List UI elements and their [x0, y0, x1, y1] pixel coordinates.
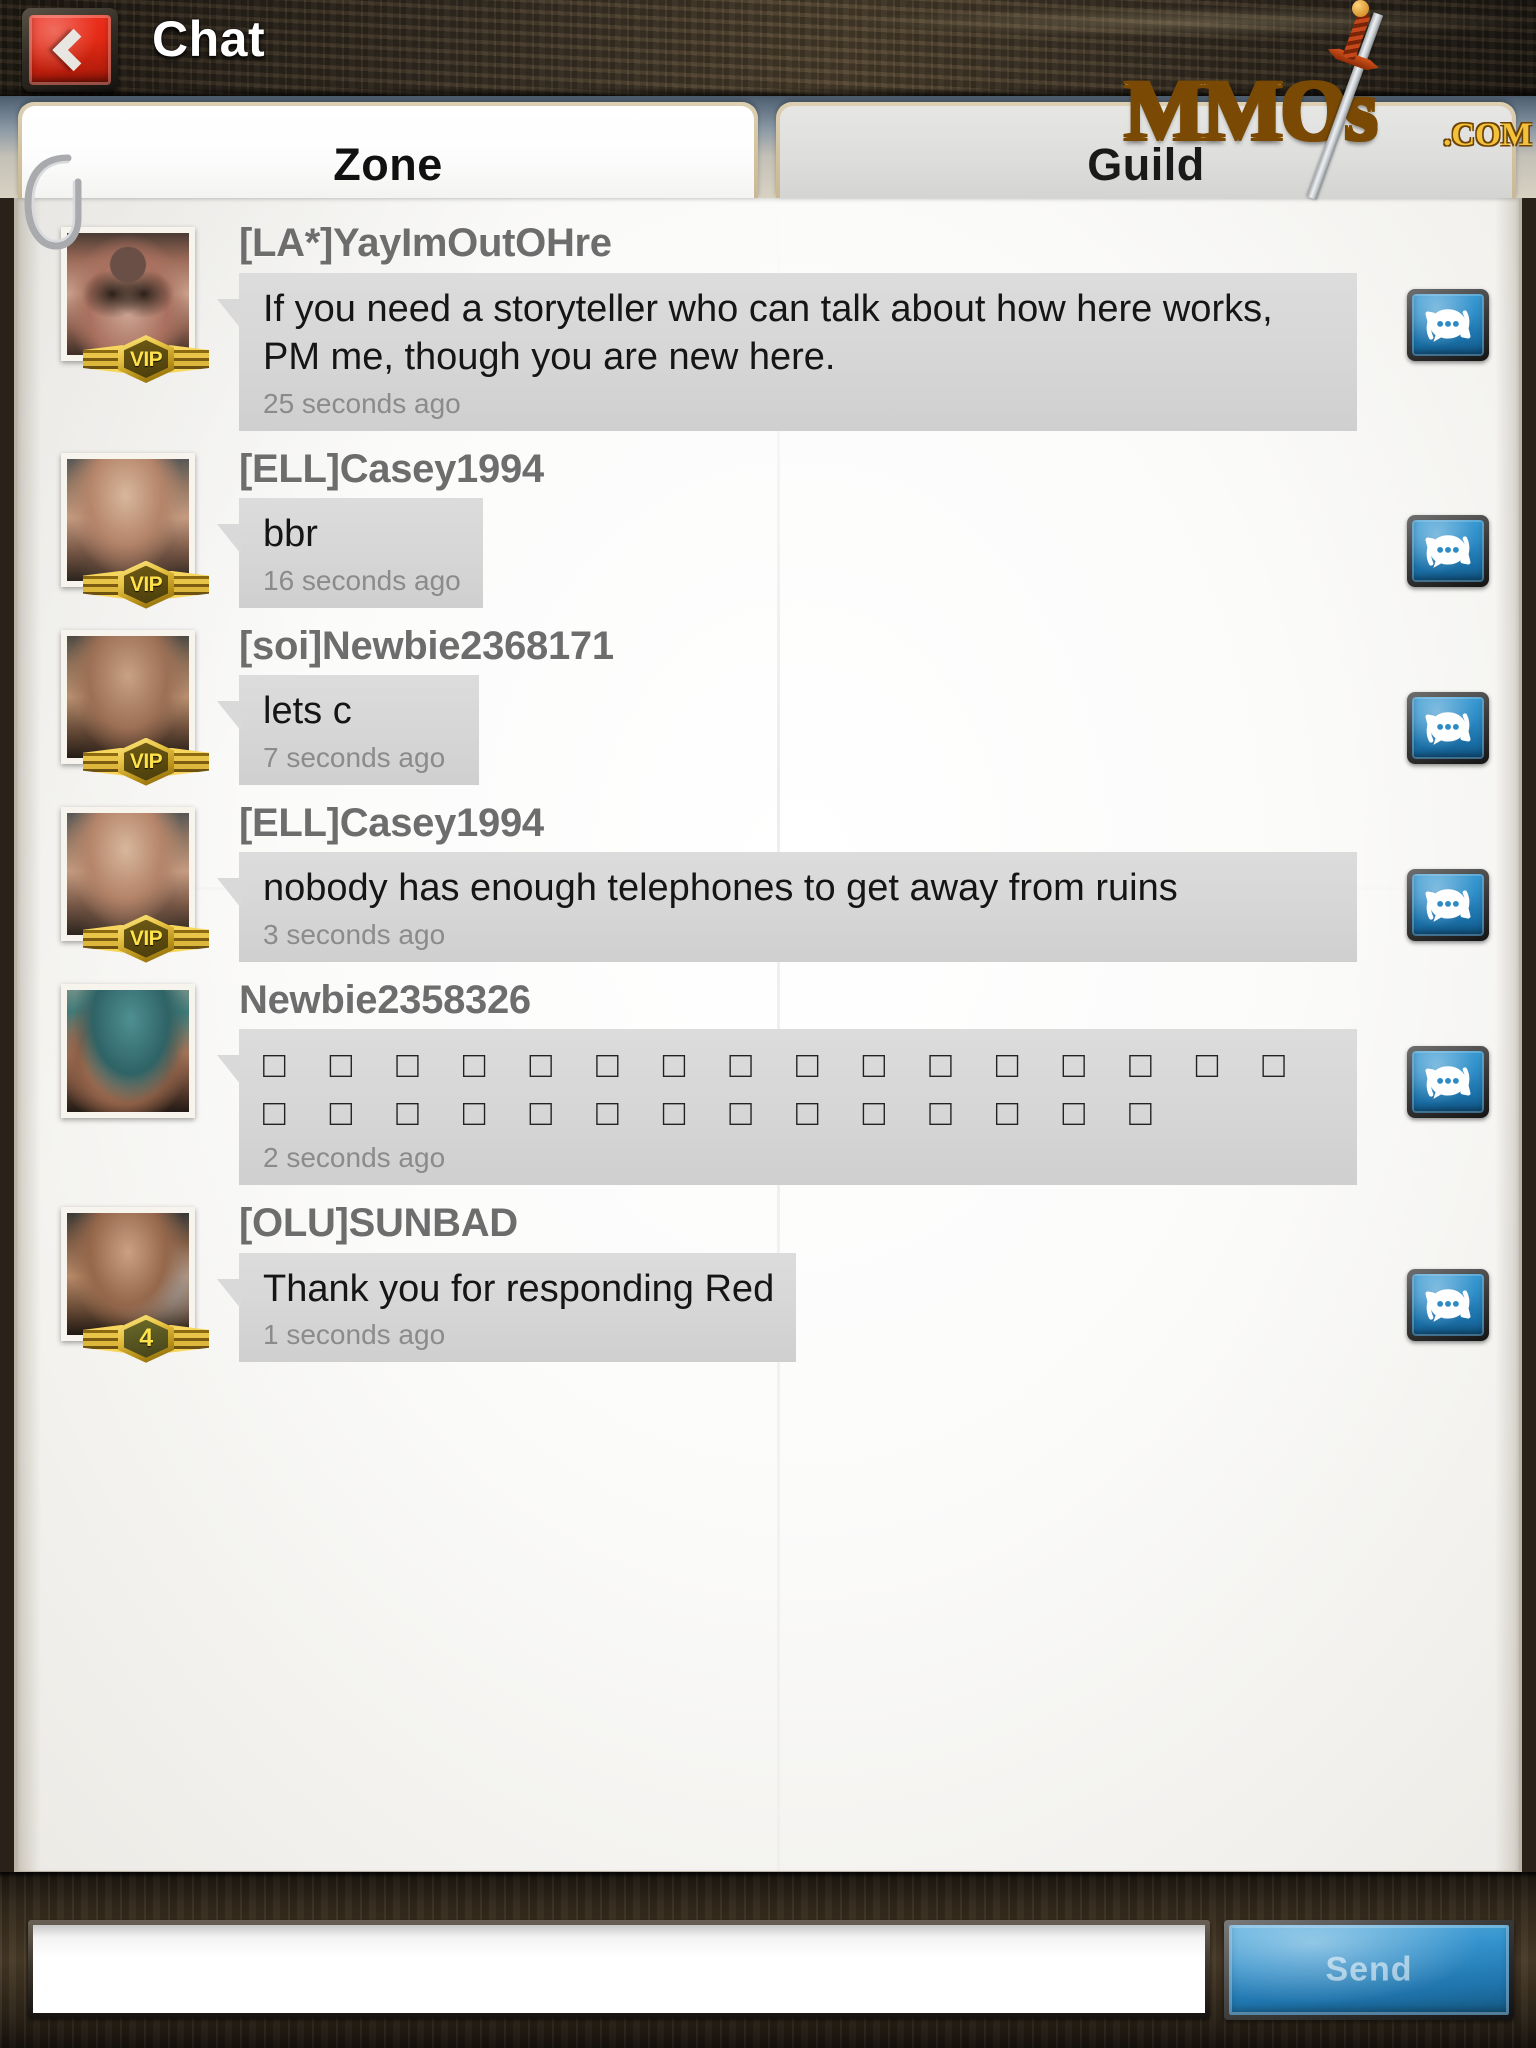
composer-bar: Send: [0, 1872, 1536, 2048]
avatar-tattooed-man-portrait: [67, 233, 189, 355]
bubble-wrap: Thank you for responding Red 1 seconds a…: [216, 1252, 797, 1362]
message-text: Thank you for responding Red: [263, 1267, 775, 1310]
reply-button-face: [1412, 294, 1484, 356]
page-title: Chat: [152, 11, 266, 67]
message-list: VIP [LA*]YayImOutOHre If you need a stor…: [17, 197, 1519, 1380]
message-column: [LA*]YayImOutOHre If you need a storytel…: [217, 213, 1519, 431]
message-text: bbr: [263, 513, 318, 556]
message-bubble: Thank you for responding Red 1 seconds a…: [216, 1252, 797, 1362]
message-bubble: If you need a storyteller who can talk a…: [217, 272, 1357, 431]
message-text: nobody has enough telephones to get away…: [263, 867, 1178, 910]
bubble-wrap: lets c 7 seconds ago: [217, 675, 479, 785]
message-row: VIP [ELL]Casey1994 bbr 16 seconds ago: [17, 439, 1519, 616]
message-username[interactable]: [soi]Newbie2368171: [239, 622, 1497, 671]
reply-button-face: [1412, 1273, 1484, 1336]
chat-input-frame: [28, 1920, 1210, 2018]
message-row: VIP [ELL]Casey1994 nobody has enough tel…: [17, 793, 1519, 970]
reply-speech-bubble-icon: [1425, 1289, 1471, 1322]
avatar-bald-soldier-portrait: [67, 458, 189, 581]
tab-bar: Zone Guild: [0, 88, 1536, 198]
reply-button[interactable]: [1407, 1268, 1489, 1341]
message-bubble: □ □ □ □ □ □ □ □ □ □ □ □ □ □ □ □ □ □ □ □ …: [217, 1029, 1357, 1185]
message-row: 4 [OLU]SUNBAD Thank you for responding R…: [17, 1193, 1519, 1370]
message-timestamp: 1 seconds ago: [263, 1319, 446, 1351]
avatar-bald-soldier-portrait: [67, 812, 189, 935]
back-chevron-icon: [52, 28, 95, 72]
message-row: Newbie2358326 □ □ □ □ □ □ □ □ □ □ □ □ □ …: [17, 970, 1519, 1193]
message-column: [ELL]Casey1994 bbr 16 seconds ago: [217, 439, 1519, 608]
message-username[interactable]: Newbie2358326: [239, 976, 1497, 1025]
message-bubble: lets c 7 seconds ago: [217, 675, 479, 785]
message-row: VIP [soi]Newbie2368171 lets c 7 seconds …: [17, 616, 1519, 793]
avatar-bearded-man-portrait: [67, 635, 189, 758]
message-bubble: bbr 16 seconds ago: [217, 498, 483, 608]
reply-speech-bubble-icon: [1425, 309, 1471, 342]
avatar[interactable]: [61, 227, 195, 361]
message-username[interactable]: [ELL]Casey1994: [239, 445, 1497, 494]
avatar-wrap: VIP: [61, 452, 231, 609]
avatar-wrap: 4: [61, 1206, 231, 1363]
tab-guild-label: Guild: [1087, 139, 1205, 190]
bubble-wrap: nobody has enough telephones to get away…: [217, 852, 1357, 962]
reply-speech-bubble-icon: [1425, 888, 1471, 922]
message-username[interactable]: [ELL]Casey1994: [239, 799, 1497, 848]
message-column: [ELL]Casey1994 nobody has enough telepho…: [217, 793, 1519, 962]
reply-button-face: [1412, 1050, 1484, 1113]
reply-button-face: [1412, 696, 1484, 759]
tab-guild[interactable]: Guild: [776, 102, 1516, 198]
avatar-armored-man-portrait: [67, 1212, 189, 1335]
message-text: If you need a storyteller who can talk a…: [263, 287, 1273, 379]
message-timestamp: 3 seconds ago: [263, 919, 446, 951]
reply-button-face: [1412, 519, 1484, 582]
avatar[interactable]: [61, 983, 195, 1118]
back-button-face: [29, 15, 111, 85]
avatar[interactable]: [61, 452, 195, 587]
tab-zone[interactable]: Zone: [18, 102, 758, 198]
avatar[interactable]: [61, 629, 195, 764]
bubble-wrap: bbr 16 seconds ago: [217, 498, 483, 608]
message-column: [soi]Newbie2368171 lets c 7 seconds ago: [217, 616, 1519, 785]
reply-button[interactable]: [1407, 868, 1489, 941]
reply-button[interactable]: [1407, 289, 1489, 361]
reply-speech-bubble-icon: [1425, 711, 1471, 745]
avatar-wrap: VIP: [61, 227, 231, 383]
avatar-beret-scout-portrait: [67, 989, 189, 1112]
message-text: lets c: [263, 690, 352, 733]
bubble-wrap: □ □ □ □ □ □ □ □ □ □ □ □ □ □ □ □ □ □ □ □ …: [217, 1029, 1357, 1185]
message-timestamp: 25 seconds ago: [263, 388, 461, 420]
send-button-label: Send: [1325, 1950, 1413, 1989]
message-timestamp: 7 seconds ago: [263, 742, 446, 774]
avatar-wrap: VIP: [61, 806, 231, 963]
message-row: VIP [LA*]YayImOutOHre If you need a stor…: [17, 213, 1519, 439]
message-text: □ □ □ □ □ □ □ □ □ □ □ □ □ □ □ □ □ □ □ □ …: [263, 1044, 1295, 1133]
send-button[interactable]: Send: [1224, 1920, 1514, 2020]
message-bubble: nobody has enough telephones to get away…: [217, 852, 1357, 962]
chat-input[interactable]: [33, 1925, 1205, 2013]
app-header: Chat: [0, 0, 1536, 96]
reply-speech-bubble-icon: [1425, 534, 1471, 568]
tab-zone-face: Zone: [22, 106, 754, 198]
reply-button[interactable]: [1407, 691, 1489, 764]
reply-button-face: [1412, 873, 1484, 936]
reply-button[interactable]: [1407, 514, 1489, 587]
message-username[interactable]: [OLU]SUNBAD: [239, 1199, 1497, 1248]
chat-message-panel[interactable]: VIP [LA*]YayImOutOHre If you need a stor…: [14, 194, 1522, 1874]
reply-button[interactable]: [1407, 1045, 1489, 1118]
send-button-face: Send: [1229, 1925, 1509, 2015]
message-timestamp: 2 seconds ago: [263, 1142, 446, 1174]
avatar-wrap: VIP: [61, 629, 231, 786]
tab-guild-face: Guild: [780, 106, 1512, 198]
avatar[interactable]: [61, 806, 195, 941]
message-username[interactable]: [LA*]YayImOutOHre: [239, 219, 1497, 268]
message-column: [OLU]SUNBAD Thank you for responding Red…: [216, 1193, 1519, 1362]
avatar-wrap: [61, 983, 231, 1118]
message-column: Newbie2358326 □ □ □ □ □ □ □ □ □ □ □ □ □ …: [217, 970, 1519, 1185]
header-light-streak: [844, 5, 1536, 39]
back-button[interactable]: [22, 8, 118, 92]
reply-speech-bubble-icon: [1425, 1065, 1471, 1099]
tab-zone-label: Zone: [333, 139, 443, 190]
avatar[interactable]: [61, 1206, 195, 1341]
bubble-wrap: If you need a storyteller who can talk a…: [217, 272, 1357, 431]
message-timestamp: 16 seconds ago: [263, 565, 461, 597]
